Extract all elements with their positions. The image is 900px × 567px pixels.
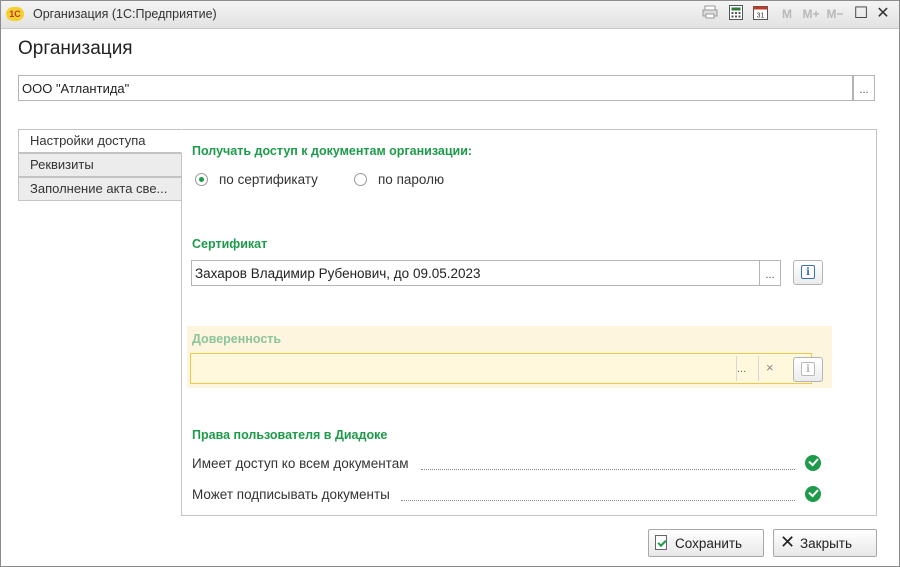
right-sign-documents: Может подписывать документы bbox=[192, 487, 396, 502]
certificate-input[interactable]: Захаров Владимир Рубенович, до 09.05.202… bbox=[191, 260, 761, 286]
memory-minus-button[interactable]: M− bbox=[825, 5, 845, 23]
rights-leader bbox=[401, 500, 795, 501]
1c-logo-icon: 1С bbox=[6, 7, 24, 21]
close-button[interactable]: ✕ Закрыть bbox=[773, 529, 877, 557]
certificate-value: Захаров Владимир Рубенович, до 09.05.202… bbox=[195, 266, 481, 281]
title-bar: 1С Организация (1С:Предприятие) 31 M M+ … bbox=[1, 1, 899, 29]
memory-plus-button[interactable]: M+ bbox=[801, 5, 821, 23]
check-icon bbox=[805, 455, 821, 471]
calendar-icon[interactable]: 31 bbox=[751, 5, 769, 23]
close-icon[interactable]: ✕ bbox=[874, 5, 892, 23]
proxy-clear-button[interactable]: × bbox=[766, 360, 774, 375]
tab-act-filling[interactable]: Заполнение акта све... bbox=[18, 177, 182, 201]
check-icon bbox=[805, 486, 821, 502]
save-document-icon bbox=[655, 535, 667, 550]
certificate-select-button[interactable]: ... bbox=[759, 260, 781, 286]
radio-by-certificate-label[interactable]: по сертификату bbox=[219, 172, 318, 187]
memory-button[interactable]: M bbox=[780, 5, 794, 23]
certificate-heading: Сертификат bbox=[192, 237, 268, 251]
radio-by-password[interactable] bbox=[354, 173, 367, 186]
print-icon[interactable] bbox=[701, 5, 719, 23]
radio-by-password-label[interactable]: по паролю bbox=[378, 172, 444, 187]
proxy-separator bbox=[758, 356, 759, 381]
page-title: Организация bbox=[18, 38, 133, 59]
tab-access-settings[interactable]: Настройки доступа bbox=[18, 129, 182, 153]
save-button[interactable]: Сохранить bbox=[648, 529, 764, 557]
window: 1С Организация (1С:Предприятие) 31 M M+ … bbox=[0, 0, 900, 567]
info-icon: i bbox=[801, 362, 815, 376]
proxy-select-button[interactable]: ... bbox=[737, 363, 746, 375]
certificate-info-button[interactable]: i bbox=[793, 260, 823, 285]
svg-text:31: 31 bbox=[756, 13, 764, 20]
window-title: Организация (1С:Предприятие) bbox=[33, 7, 217, 21]
access-heading: Получать доступ к документам организации… bbox=[192, 144, 473, 158]
calculator-icon[interactable] bbox=[727, 5, 745, 23]
info-icon: i bbox=[801, 265, 815, 279]
rights-leader bbox=[421, 469, 795, 470]
organization-value: ООО "Атлантида" bbox=[22, 81, 130, 96]
proxy-input[interactable]: ... × bbox=[190, 353, 812, 384]
organization-field[interactable]: ООО "Атлантида" bbox=[18, 75, 853, 101]
tab-details[interactable]: Реквизиты bbox=[18, 153, 182, 177]
right-access-all-documents: Имеет доступ ко всем документам bbox=[192, 456, 415, 471]
rights-heading: Права пользователя в Диадоке bbox=[192, 428, 388, 442]
close-icon: ✕ bbox=[780, 532, 796, 552]
organization-select-button[interactable]: ... bbox=[853, 75, 875, 101]
radio-by-certificate[interactable] bbox=[195, 173, 208, 186]
maximize-icon[interactable]: ☐ bbox=[852, 5, 870, 23]
proxy-info-button[interactable]: i bbox=[793, 357, 823, 382]
proxy-heading: Доверенность bbox=[192, 332, 282, 346]
